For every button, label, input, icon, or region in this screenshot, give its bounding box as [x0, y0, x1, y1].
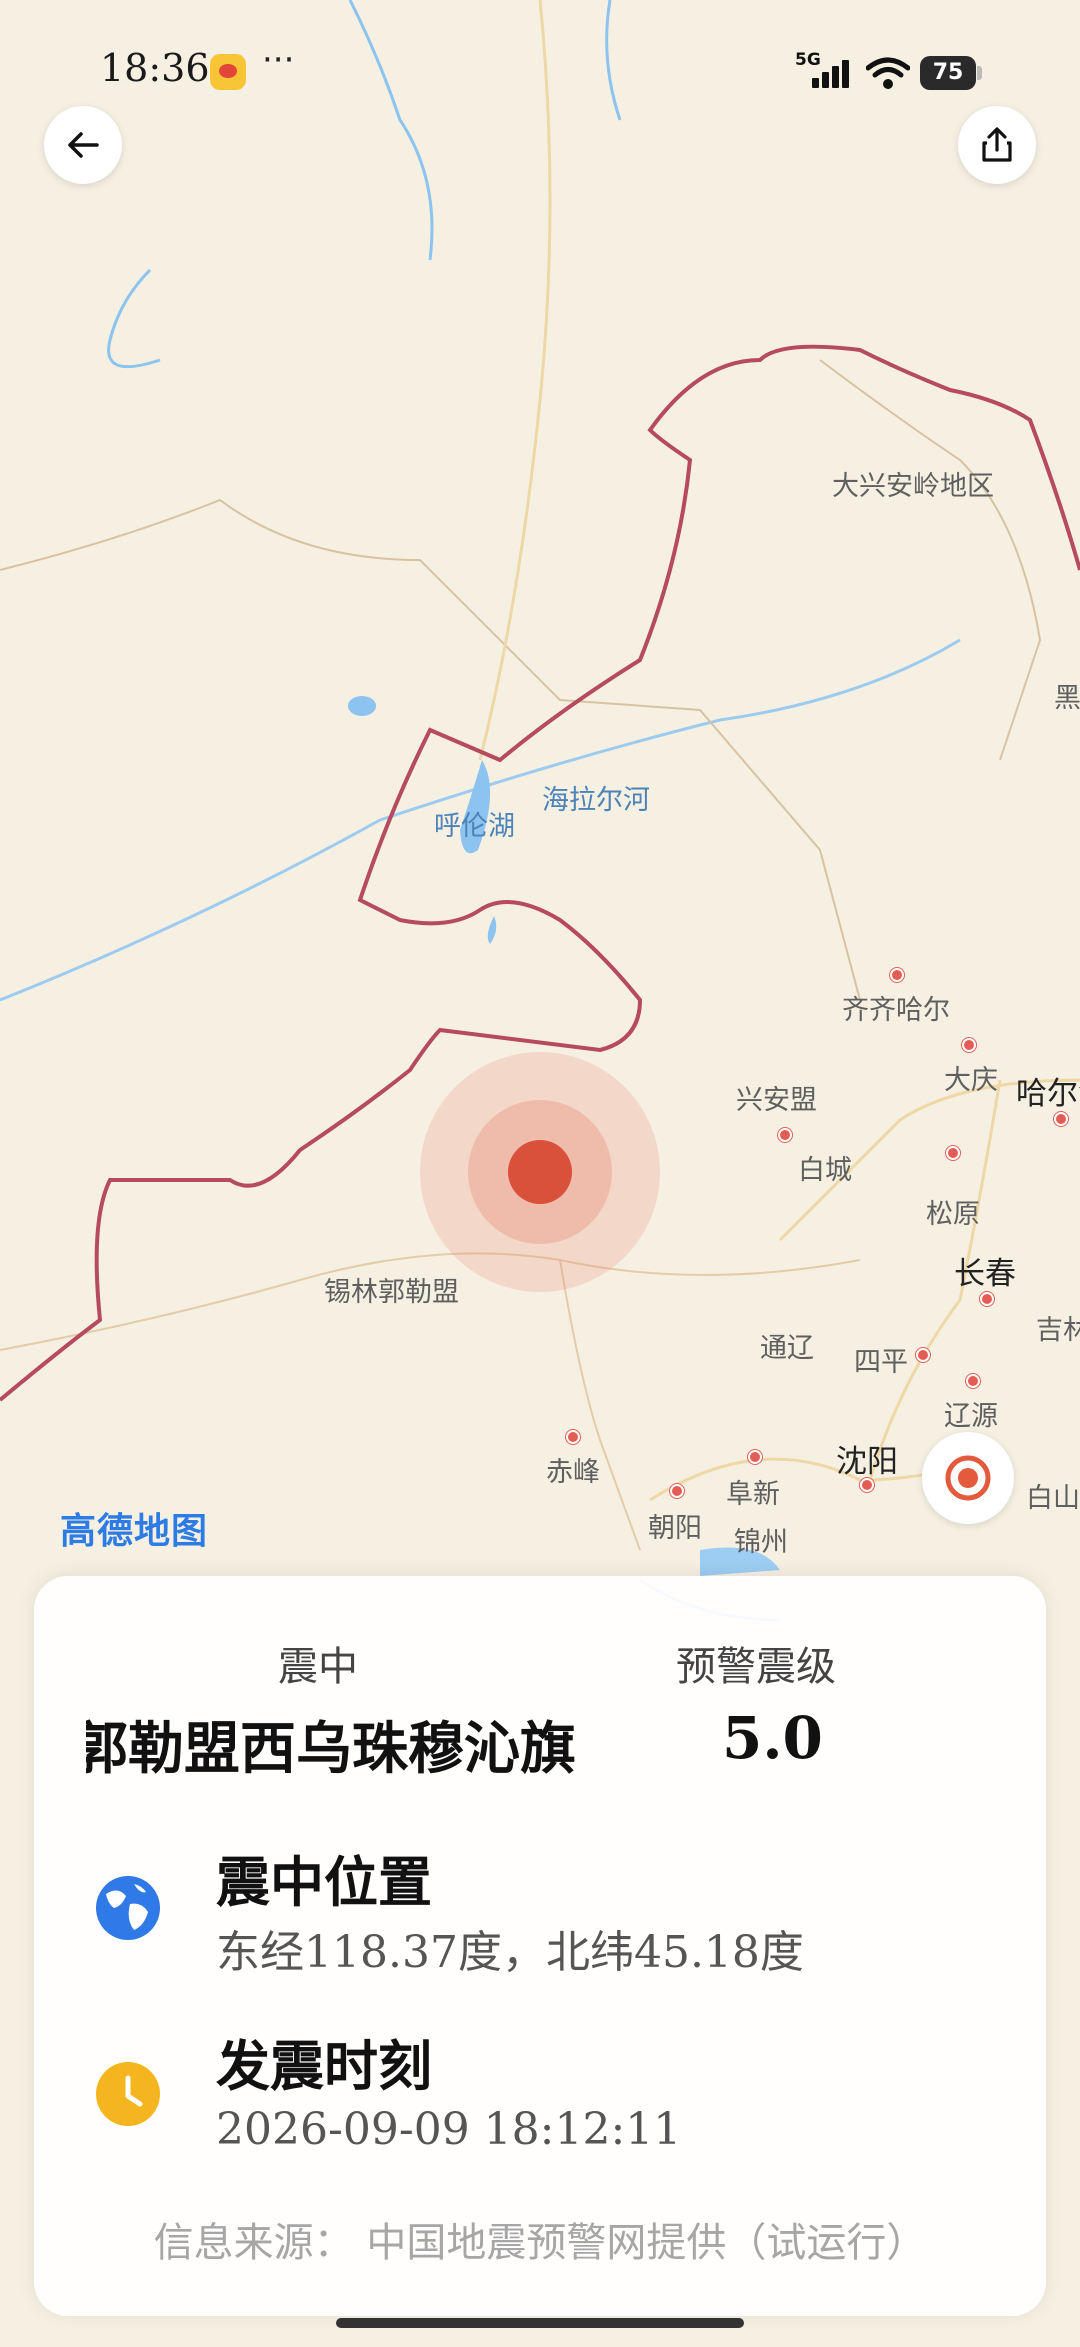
magnitude-value: 5.0: [722, 1704, 823, 1772]
city-dot-chifeng: [566, 1430, 580, 1444]
map-label-jinzhou: 锦州: [734, 1527, 788, 1558]
data-source-note: 信息来源： 中国地震预警网提供（试运行）: [153, 2220, 927, 2266]
map-label-baicheng: 白城: [798, 1155, 852, 1186]
epicenter-marker[interactable]: [508, 1140, 572, 1204]
time-value: 2026-09-09 18:12:11: [216, 2104, 682, 2155]
status-time: 18:36: [100, 46, 210, 90]
back-arrow-icon: [68, 132, 99, 158]
map-label-chaoyang: 朝阳: [648, 1513, 702, 1544]
time-title: 发震时刻: [216, 2034, 432, 2098]
more-notifications-icon: ···: [262, 40, 295, 80]
city-dot-shenyang: [860, 1478, 874, 1492]
map-label-shenyang: 沈阳: [836, 1444, 898, 1480]
locate-epicenter-button[interactable]: [922, 1432, 1014, 1524]
battery-icon: [977, 66, 982, 80]
epicenter-name: 锡林郭勒盟西乌珠穆沁旗: [86, 1716, 576, 1782]
map-label-jilin: 吉林: [1036, 1315, 1080, 1346]
city-dot-fuxin: [748, 1450, 762, 1464]
earthquake-info-card: 震中 预警震级 锡林郭勒盟西乌珠穆沁旗 5.0 震中位置 东经118.37度，北…: [34, 1576, 1046, 2316]
map-label-songyuan: 松原: [926, 1199, 980, 1230]
city-dot-daqing: [962, 1038, 976, 1052]
home-indicator[interactable]: [336, 2318, 744, 2328]
signal-icon: [812, 58, 852, 88]
location-value: 东经118.37度，北纬45.18度: [216, 1927, 804, 1978]
city-dot-changchun: [980, 1292, 994, 1306]
share-button[interactable]: [958, 106, 1036, 184]
map-provider-logo: 高德地图: [60, 1511, 209, 1552]
back-button[interactable]: [44, 106, 122, 184]
map-label-daxinganling: 大兴安岭地区: [832, 471, 994, 502]
map-label-fuxin: 阜新: [726, 1479, 780, 1510]
map-label-tongliao: 通辽: [760, 1333, 814, 1364]
map-label-liaoyuan: 辽源: [944, 1401, 998, 1432]
location-title: 震中位置: [216, 1850, 432, 1914]
map-label-siping: 四平: [854, 1347, 908, 1378]
city-dot-qiqihar: [890, 968, 904, 982]
city-dot-chaoyang: [670, 1484, 684, 1498]
map-label-xilingol: 锡林郭勒盟: [324, 1277, 459, 1308]
magnitude-label: 预警震级: [676, 1644, 836, 1690]
share-icon: [982, 127, 1012, 162]
map-label-baishan: 白山: [1026, 1483, 1080, 1514]
city-dot-songyuan: [946, 1146, 960, 1160]
battery-level: 75: [920, 56, 976, 90]
map-label-qiqihar: 齐齐哈尔: [842, 995, 950, 1026]
city-dot-harbin: [1054, 1112, 1068, 1126]
epicenter-label: 震中: [278, 1644, 358, 1690]
map-label-hei: 黑: [1054, 683, 1080, 714]
globe-icon: [96, 1876, 160, 1940]
locate-icon: [945, 1455, 991, 1501]
wifi-icon: [866, 57, 910, 89]
map-label-hulun-lake: 呼伦湖: [434, 811, 515, 842]
city-dot-liaoyuan: [966, 1374, 980, 1388]
weibo-notification-icon: [210, 54, 246, 90]
map-label-changchun: 长春: [954, 1256, 1016, 1292]
map-label-hailar-river: 海拉尔河: [542, 785, 650, 816]
city-dot-siping: [916, 1348, 930, 1362]
map-label-harbin: 哈尔滨: [1016, 1076, 1080, 1112]
map-label-chifeng: 赤峰: [546, 1457, 600, 1488]
map-label-daqing: 大庆: [944, 1065, 998, 1096]
map-label-xinganmeng: 兴安盟: [736, 1085, 817, 1116]
status-bar: 18:36 ··· 5G 75: [0, 0, 1080, 130]
city-dot-baicheng: [778, 1128, 792, 1142]
clock-icon: [96, 2062, 160, 2126]
